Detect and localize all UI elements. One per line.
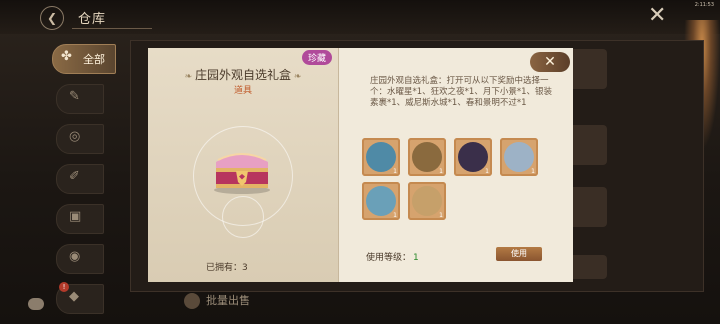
- inventory-slot[interactable]: [567, 125, 607, 165]
- clover-icon: ✤: [61, 49, 72, 64]
- reward-image: [458, 142, 488, 172]
- rarity-badge: 珍藏: [302, 50, 333, 65]
- use-level-value: 1: [413, 253, 419, 263]
- alert-badge: !: [59, 282, 69, 292]
- page-title: 仓库: [78, 12, 107, 27]
- item-description: 庄园外观自选礼盒：打开可从以下奖励中选择一个：水曜星*1、狂欢之夜*1、月下小景…: [370, 76, 552, 108]
- reward-item[interactable]: 1: [408, 138, 446, 176]
- chest-icon: ▣: [69, 209, 82, 224]
- back-button[interactable]: ❮: [40, 6, 64, 30]
- item-name: ❧ 庄园外观自选礼盒 ❧: [148, 66, 338, 83]
- sidebar-item-pen[interactable]: ✐: [56, 164, 104, 194]
- ring-icon: ◎: [69, 129, 81, 144]
- sidebar-item-chest[interactable]: ▣: [56, 204, 104, 234]
- sidebar-item-quill[interactable]: ✎: [56, 84, 104, 114]
- close-icon[interactable]: ✕: [648, 4, 666, 28]
- sidebar-item-spiral[interactable]: ◉: [56, 244, 104, 274]
- owned-count: 已拥有：3: [206, 263, 248, 273]
- reward-count: 1: [531, 168, 535, 175]
- reward-item[interactable]: 1: [362, 182, 400, 220]
- coin-icon: [184, 293, 200, 309]
- inventory-slot[interactable]: [567, 49, 607, 89]
- decor-ring: [222, 196, 264, 238]
- item-name-text: 庄园外观自选礼盒: [194, 68, 291, 82]
- chest-icon: [214, 153, 270, 194]
- inventory-slot[interactable]: [567, 187, 607, 227]
- sidebar: ✤ 全部 ✎ ◎ ✐ ▣ ◉ ! ◆: [52, 44, 116, 314]
- sidebar-item-label: 全部: [83, 53, 105, 66]
- use-level: 使用等级： 1: [366, 250, 419, 263]
- sidebar-item-gem[interactable]: ! ◆: [56, 282, 104, 314]
- item-detail-dialog: 珍藏 ❧ 庄园外观自选礼盒 ❧ 道具 已拥有：3 庄园外观自选礼盒：打开可从以下…: [148, 48, 573, 282]
- chat-icon[interactable]: [28, 298, 44, 310]
- item-preview-panel: 珍藏 ❧ 庄园外观自选礼盒 ❧ 道具 已拥有：3: [148, 48, 338, 282]
- close-dialog-button[interactable]: ✕: [530, 52, 570, 72]
- reward-image: [504, 142, 534, 172]
- reward-count: 1: [393, 168, 397, 175]
- top-bar: ❮ 仓库 2:11:53 ✕: [0, 0, 720, 34]
- sidebar-item-ring[interactable]: ◎: [56, 124, 104, 154]
- bulk-sell-button[interactable]: 批量出售: [184, 292, 250, 309]
- use-button[interactable]: 使用: [496, 247, 542, 261]
- use-level-label: 使用等级：: [366, 253, 412, 263]
- ornament-left-icon: ❧: [184, 72, 195, 82]
- reward-item[interactable]: 1: [408, 182, 446, 220]
- gem-icon: ◆: [69, 289, 79, 304]
- reward-count: 1: [439, 212, 443, 219]
- quill-icon: ✎: [69, 89, 80, 104]
- reward-image: [412, 142, 442, 172]
- pen-icon: ✐: [69, 169, 80, 184]
- reward-count: 1: [393, 212, 397, 219]
- reward-item[interactable]: 1: [362, 138, 400, 176]
- ornament-right-icon: ❧: [291, 72, 302, 82]
- title-underline: [72, 28, 152, 29]
- sidebar-item-all[interactable]: ✤ 全部: [52, 44, 116, 74]
- reward-count: 1: [439, 168, 443, 175]
- reward-item[interactable]: 1: [454, 138, 492, 176]
- item-type: 道具: [233, 86, 252, 96]
- bulk-sell-label: 批量出售: [206, 294, 250, 307]
- inventory-slot[interactable]: [567, 255, 607, 279]
- reward-item[interactable]: 1: [500, 138, 538, 176]
- reward-image: [366, 186, 396, 216]
- clock-text: 2:11:53: [694, 2, 714, 8]
- reward-image: [366, 142, 396, 172]
- reward-count: 1: [485, 168, 489, 175]
- reward-image: [412, 186, 442, 216]
- spiral-icon: ◉: [69, 249, 81, 264]
